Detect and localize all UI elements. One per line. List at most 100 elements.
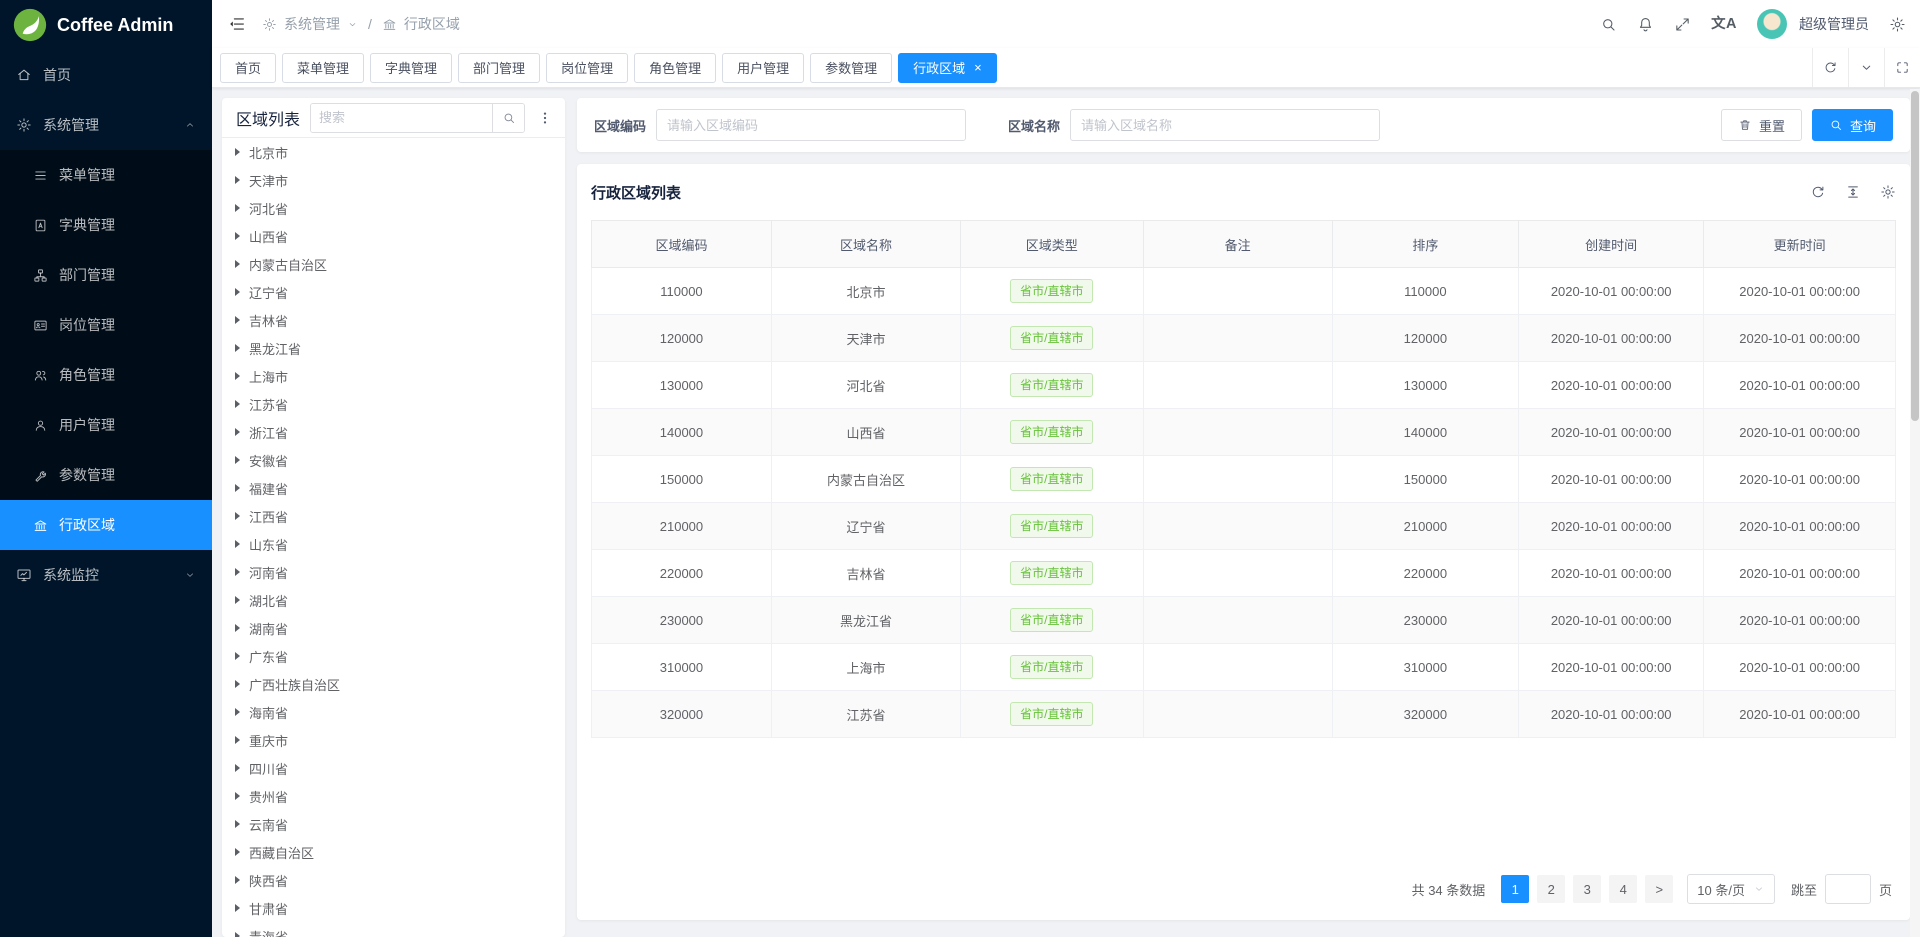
sidebar-item-用户管理[interactable]: 用户管理 bbox=[0, 400, 212, 450]
tab-部门管理[interactable]: 部门管理 bbox=[458, 53, 540, 83]
tree-item-上海市[interactable]: 上海市 bbox=[222, 362, 565, 390]
sidebar-item-参数管理[interactable]: 参数管理 bbox=[0, 450, 212, 500]
tab-用户管理[interactable]: 用户管理 bbox=[722, 53, 804, 83]
breadcrumb-level1[interactable]: 系统管理 bbox=[284, 14, 340, 34]
caret-right-icon[interactable] bbox=[235, 764, 240, 772]
tree-item-黑龙江省[interactable]: 黑龙江省 bbox=[222, 334, 565, 362]
tab-岗位管理[interactable]: 岗位管理 bbox=[546, 53, 628, 83]
caret-right-icon[interactable] bbox=[235, 484, 240, 492]
table-row[interactable]: 230000 黑龙江省 省市/直辖市 230000 2020-10-01 00:… bbox=[592, 597, 1896, 644]
tree-item-重庆市[interactable]: 重庆市 bbox=[222, 726, 565, 754]
tree-item-青海省[interactable]: 青海省 bbox=[222, 922, 565, 937]
tab-首页[interactable]: 首页 bbox=[220, 53, 276, 83]
pagination-page-1[interactable]: 1 bbox=[1501, 875, 1529, 903]
caret-right-icon[interactable] bbox=[235, 176, 240, 184]
caret-right-icon[interactable] bbox=[235, 316, 240, 324]
search-icon[interactable] bbox=[1600, 16, 1617, 33]
table-row[interactable]: 140000 山西省 省市/直辖市 140000 2020-10-01 00:0… bbox=[592, 409, 1896, 456]
pagination-page-4[interactable]: 4 bbox=[1609, 875, 1637, 903]
translate-icon[interactable]: 文A bbox=[1711, 17, 1737, 31]
sidebar-item-岗位管理[interactable]: 岗位管理 bbox=[0, 300, 212, 350]
table-row[interactable]: 120000 天津市 省市/直辖市 120000 2020-10-01 00:0… bbox=[592, 315, 1896, 362]
scrollbar-thumb[interactable] bbox=[1911, 91, 1919, 421]
pagination-page-2[interactable]: 2 bbox=[1537, 875, 1565, 903]
table-row[interactable]: 130000 河北省 省市/直辖市 130000 2020-10-01 00:0… bbox=[592, 362, 1896, 409]
reset-button[interactable]: 重置 bbox=[1721, 109, 1802, 141]
caret-right-icon[interactable] bbox=[235, 596, 240, 604]
tab-字典管理[interactable]: 字典管理 bbox=[370, 53, 452, 83]
tree-item-甘肃省[interactable]: 甘肃省 bbox=[222, 894, 565, 922]
tree-item-北京市[interactable]: 北京市 bbox=[222, 138, 565, 166]
caret-right-icon[interactable] bbox=[235, 428, 240, 436]
maximize-icon[interactable] bbox=[1884, 48, 1920, 87]
caret-right-icon[interactable] bbox=[235, 792, 240, 800]
refresh-icon[interactable] bbox=[1810, 184, 1826, 200]
user-name[interactable]: 超级管理员 bbox=[1799, 14, 1869, 34]
sidebar-item-行政区域[interactable]: 行政区域 bbox=[0, 500, 212, 550]
tree-item-四川省[interactable]: 四川省 bbox=[222, 754, 565, 782]
region-search-input[interactable] bbox=[311, 104, 492, 132]
tree-item-安徽省[interactable]: 安徽省 bbox=[222, 446, 565, 474]
tree-item-贵州省[interactable]: 贵州省 bbox=[222, 782, 565, 810]
avatar[interactable] bbox=[1757, 9, 1787, 39]
caret-right-icon[interactable] bbox=[235, 680, 240, 688]
table-row[interactable]: 320000 江苏省 省市/直辖市 320000 2020-10-01 00:0… bbox=[592, 691, 1896, 738]
tab-close-icon[interactable]: × bbox=[974, 61, 982, 74]
caret-right-icon[interactable] bbox=[235, 876, 240, 884]
fullscreen-icon[interactable] bbox=[1674, 16, 1691, 33]
tree-item-吉林省[interactable]: 吉林省 bbox=[222, 306, 565, 334]
caret-right-icon[interactable] bbox=[235, 456, 240, 464]
sidebar-item-home[interactable]: 首页 bbox=[0, 50, 212, 100]
caret-right-icon[interactable] bbox=[235, 344, 240, 352]
caret-right-icon[interactable] bbox=[235, 540, 240, 548]
tree-item-江苏省[interactable]: 江苏省 bbox=[222, 390, 565, 418]
table-row[interactable]: 110000 北京市 省市/直辖市 110000 2020-10-01 00:0… bbox=[592, 268, 1896, 315]
region-code-input[interactable] bbox=[656, 109, 966, 141]
tab-参数管理[interactable]: 参数管理 bbox=[810, 53, 892, 83]
region-name-input[interactable] bbox=[1070, 109, 1380, 141]
caret-right-icon[interactable] bbox=[235, 736, 240, 744]
caret-right-icon[interactable] bbox=[235, 288, 240, 296]
caret-right-icon[interactable] bbox=[235, 512, 240, 520]
sidebar-item-字典管理[interactable]: 字典管理 bbox=[0, 200, 212, 250]
pagination-next-button[interactable]: > bbox=[1645, 875, 1673, 903]
pagination-page-3[interactable]: 3 bbox=[1573, 875, 1601, 903]
caret-right-icon[interactable] bbox=[235, 708, 240, 716]
caret-right-icon[interactable] bbox=[235, 820, 240, 828]
tree-item-广西壮族自治区[interactable]: 广西壮族自治区 bbox=[222, 670, 565, 698]
vertical-scrollbar[interactable] bbox=[1910, 89, 1920, 937]
bell-icon[interactable] bbox=[1637, 16, 1654, 33]
column-height-icon[interactable] bbox=[1845, 184, 1861, 200]
sidebar-item-部门管理[interactable]: 部门管理 bbox=[0, 250, 212, 300]
tree-item-内蒙古自治区[interactable]: 内蒙古自治区 bbox=[222, 250, 565, 278]
tree-item-云南省[interactable]: 云南省 bbox=[222, 810, 565, 838]
jump-page-input[interactable] bbox=[1825, 874, 1871, 904]
tree-item-河北省[interactable]: 河北省 bbox=[222, 194, 565, 222]
tab-角色管理[interactable]: 角色管理 bbox=[634, 53, 716, 83]
caret-right-icon[interactable] bbox=[235, 372, 240, 380]
tree-item-福建省[interactable]: 福建省 bbox=[222, 474, 565, 502]
settings-icon[interactable] bbox=[1880, 184, 1896, 200]
table-row[interactable]: 150000 内蒙古自治区 省市/直辖市 150000 2020-10-01 0… bbox=[592, 456, 1896, 503]
caret-right-icon[interactable] bbox=[235, 260, 240, 268]
sidebar-item-角色管理[interactable]: 角色管理 bbox=[0, 350, 212, 400]
tree-item-山东省[interactable]: 山东省 bbox=[222, 530, 565, 558]
tree-item-天津市[interactable]: 天津市 bbox=[222, 166, 565, 194]
collapse-sidebar-icon[interactable] bbox=[228, 15, 246, 33]
table-row[interactable]: 220000 吉林省 省市/直辖市 220000 2020-10-01 00:0… bbox=[592, 550, 1896, 597]
tree-item-江西省[interactable]: 江西省 bbox=[222, 502, 565, 530]
table-row[interactable]: 210000 辽宁省 省市/直辖市 210000 2020-10-01 00:0… bbox=[592, 503, 1896, 550]
refresh-icon[interactable] bbox=[1812, 48, 1848, 87]
page-size-select[interactable]: 10 条/页 bbox=[1687, 874, 1775, 904]
caret-right-icon[interactable] bbox=[235, 204, 240, 212]
search-button[interactable]: 查询 bbox=[1812, 109, 1893, 141]
tree-item-海南省[interactable]: 海南省 bbox=[222, 698, 565, 726]
caret-right-icon[interactable] bbox=[235, 652, 240, 660]
tree-item-西藏自治区[interactable]: 西藏自治区 bbox=[222, 838, 565, 866]
tree-item-辽宁省[interactable]: 辽宁省 bbox=[222, 278, 565, 306]
tree-item-湖北省[interactable]: 湖北省 bbox=[222, 586, 565, 614]
sidebar-item-system-management[interactable]: 系统管理 bbox=[0, 100, 212, 150]
chevron-down-icon[interactable] bbox=[1848, 48, 1884, 87]
kebab-menu-icon[interactable] bbox=[535, 110, 555, 126]
tree-item-浙江省[interactable]: 浙江省 bbox=[222, 418, 565, 446]
